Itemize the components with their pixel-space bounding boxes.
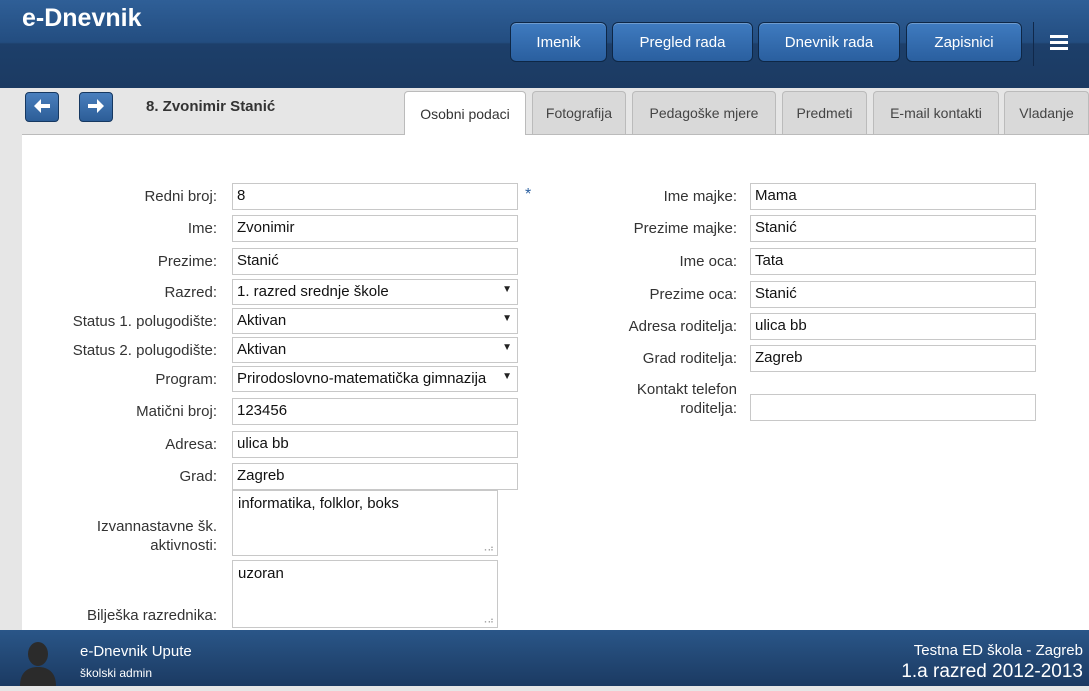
tab-email-kontakti[interactable]: E-mail kontakti [873,91,999,134]
status1-label: Status 1. polugodište: [72,313,217,330]
izvannastavne-textarea[interactable]: informatika, folklor, boks ⠠⠴ [232,490,498,556]
biljeska-textarea[interactable]: uzoran ⠠⠴ [232,560,498,628]
razred-label: Razred: [164,284,217,301]
grad-label: Grad: [179,468,217,485]
status2-label: Status 2. polugodište: [72,342,217,359]
prezime-majke-label: Prezime majke: [633,220,737,237]
grad-roditelja-label: Grad roditelja: [642,350,737,367]
previous-student-button[interactable] [25,92,59,122]
adresa-label: Adresa: [165,436,217,453]
program-value: Prirodoslovno-matematička gimnazija [237,370,487,387]
class-year: 1.a razred 2012-2013 [901,661,1083,682]
prezime-oca-label: Prezime oca: [649,286,737,303]
status1-value: Aktivan [237,312,287,329]
kontakt-telefon-input[interactable] [750,394,1036,421]
student-name: 8. Zvonimir Stanić [146,98,276,115]
dropdown-caret-icon: ▼ [502,313,512,324]
nav-imenik-button[interactable]: Imenik [510,22,607,62]
prezime-label: Prezime: [157,253,217,270]
adresa-roditelja-input[interactable]: ulica bb [750,313,1036,340]
maticni-broj-label: Matični broj: [136,403,217,420]
kontakt-telefon-label: Kontakt telefon roditelja: [637,380,737,418]
nav-dnevnik-rada-button[interactable]: Dnevnik rada [758,22,900,62]
adresa-input[interactable]: ulica bb [232,431,518,458]
grad-roditelja-input[interactable]: Zagreb [750,345,1036,372]
tab-predmeti[interactable]: Predmeti [782,91,867,134]
dropdown-caret-icon: ▼ [502,284,512,295]
izvannastavne-label: Izvannastavne šk. aktivnosti: [97,517,217,555]
nav-pregled-rada-button[interactable]: Pregled rada [612,22,753,62]
tab-fotografija[interactable]: Fotografija [532,91,626,134]
adresa-roditelja-label: Adresa roditelja: [628,318,737,335]
avatar-icon [18,640,58,686]
ime-oca-label: Ime oca: [679,253,737,270]
ime-oca-input[interactable]: Tata [750,248,1036,275]
prezime-input[interactable]: Stanić [232,248,518,275]
nav-zapisnici-button[interactable]: Zapisnici [906,22,1022,62]
kontakt-telefon-label-line1: Kontakt telefon [636,381,737,398]
resize-grip-icon[interactable]: ⠠⠴ [481,615,494,626]
resize-grip-icon[interactable]: ⠠⠴ [481,543,494,554]
izvannastavne-value: informatika, folklor, boks [238,495,399,512]
program-label: Program: [155,371,217,388]
school-name: Testna ED škola - Zagreb [913,642,1083,659]
ime-majke-label: Ime majke: [663,188,737,205]
app-title: e-Dnevnik [22,4,142,32]
help-link[interactable]: e-Dnevnik Upute [80,643,192,660]
user-role: školski admin [80,666,153,680]
redni-broj-label: Redni broj: [144,188,217,205]
required-marker: * [525,186,532,203]
grad-input[interactable]: Zagreb [232,463,518,490]
menu-divider [1033,22,1034,66]
arrow-left-icon [34,96,50,119]
prezime-majke-input[interactable]: Stanić [750,215,1036,242]
dropdown-caret-icon: ▼ [502,342,512,353]
redni-broj-input[interactable]: 8 [232,183,518,210]
kontakt-telefon-label-line2: roditelja: [680,400,737,417]
razred-value: 1. razred srednje škole [237,283,389,300]
status1-select[interactable]: Aktivan ▼ [232,308,518,334]
ime-input[interactable]: Zvonimir [232,215,518,242]
izvannastavne-label-line2: aktivnosti: [150,537,217,554]
ime-label: Ime: [187,220,217,237]
izvannastavne-label-line1: Izvannastavne šk. [96,518,217,535]
program-select[interactable]: Prirodoslovno-matematička gimnazija ▼ [232,366,518,392]
prezime-oca-input[interactable]: Stanić [750,281,1036,308]
status2-select[interactable]: Aktivan ▼ [232,337,518,363]
biljeska-value: uzoran [238,565,284,582]
dropdown-caret-icon: ▼ [500,371,512,382]
maticni-broj-input[interactable]: 123456 [232,398,518,425]
tab-pedagoske-mjere[interactable]: Pedagoške mjere [632,91,776,134]
ime-majke-input[interactable]: Mama [750,183,1036,210]
razred-select[interactable]: 1. razred srednje škole ▼ [232,279,518,305]
hamburger-icon[interactable] [1044,27,1074,57]
status2-value: Aktivan [237,341,287,358]
biljeska-label: Bilješka razrednika: [86,607,217,624]
next-student-button[interactable] [79,92,113,122]
tab-vladanje[interactable]: Vladanje [1004,91,1089,134]
arrow-right-icon [88,96,104,119]
tab-osobni-podaci[interactable]: Osobni podaci [404,91,526,135]
